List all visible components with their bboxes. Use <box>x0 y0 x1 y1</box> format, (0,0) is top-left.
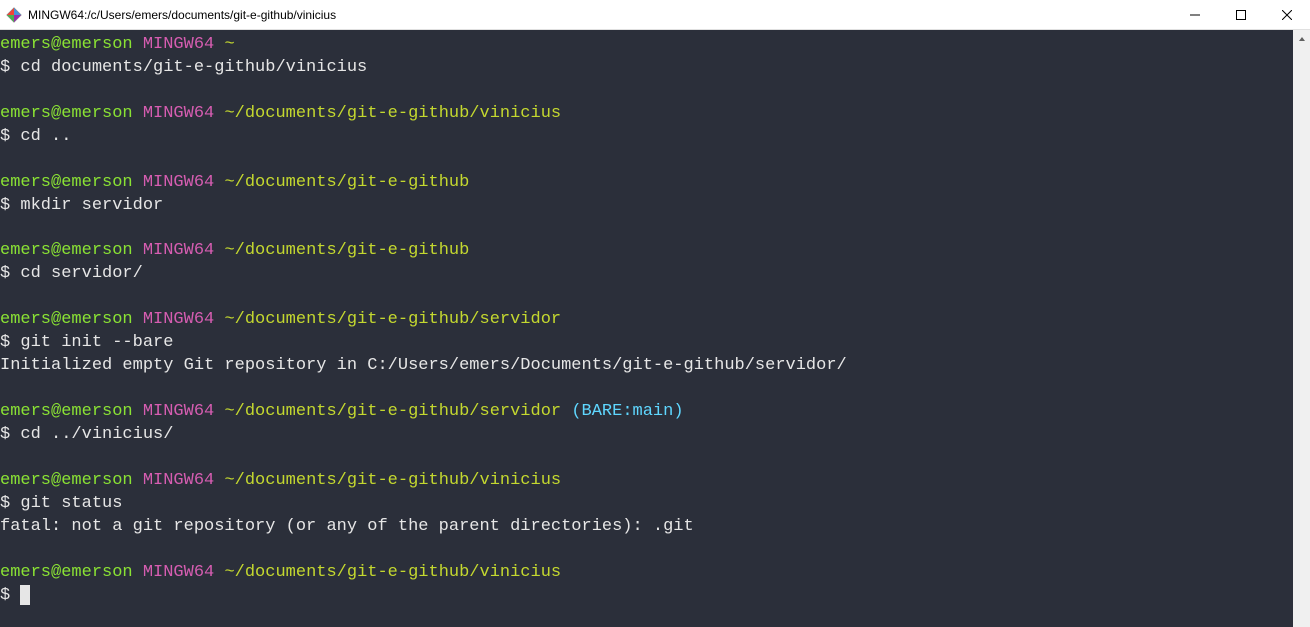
scroll-up-arrow[interactable] <box>1293 30 1310 47</box>
prompt-dollar: $ <box>0 264 10 283</box>
prompt-path: ~/documents/git-e-github/vinicius <box>224 563 561 582</box>
output-line: fatal: not a git repository (or any of t… <box>0 516 1293 539</box>
cursor <box>20 585 30 605</box>
output-line: Initialized empty Git repository in C:/U… <box>0 355 1293 378</box>
prompt-path: ~/documents/git-e-github/servidor <box>224 402 561 421</box>
prompt-shell: MINGW64 <box>143 35 214 54</box>
prompt-user: emers@emerson <box>0 173 133 192</box>
command-line: $ git init --bare <box>0 332 1293 355</box>
prompt-dollar: $ <box>0 333 10 352</box>
scrollbar[interactable] <box>1293 30 1310 627</box>
prompt-line: emers@emerson MINGW64 ~/documents/git-e-… <box>0 401 1293 424</box>
prompt-dollar: $ <box>0 127 10 146</box>
prompt-branch: (BARE:main) <box>571 402 683 421</box>
prompt-line: emers@emerson MINGW64 ~/documents/git-e-… <box>0 172 1293 195</box>
prompt-user: emers@emerson <box>0 241 133 260</box>
command-line: $ cd servidor/ <box>0 263 1293 286</box>
prompt-line: emers@emerson MINGW64 ~/documents/git-e-… <box>0 309 1293 332</box>
prompt-shell: MINGW64 <box>143 310 214 329</box>
prompt-dollar: $ <box>0 58 10 77</box>
prompt-line: emers@emerson MINGW64 ~/documents/git-e-… <box>0 470 1293 493</box>
command-text: cd .. <box>20 127 71 146</box>
command-line: $ cd ../vinicius/ <box>0 424 1293 447</box>
prompt-shell: MINGW64 <box>143 402 214 421</box>
prompt-dollar: $ <box>0 196 10 215</box>
window-title: MINGW64:/c/Users/emers/documents/git-e-g… <box>28 8 1172 22</box>
command-text: mkdir servidor <box>20 196 163 215</box>
command-line: $ mkdir servidor <box>0 195 1293 218</box>
command-line: $ git status <box>0 493 1293 516</box>
command-line: $ cd .. <box>0 126 1293 149</box>
prompt-path: ~/documents/git-e-github <box>224 173 469 192</box>
window-controls <box>1172 0 1310 29</box>
prompt-shell: MINGW64 <box>143 471 214 490</box>
prompt-user: emers@emerson <box>0 35 133 54</box>
prompt-shell: MINGW64 <box>143 173 214 192</box>
command-text: git init --bare <box>20 333 173 352</box>
prompt-dollar: $ <box>0 425 10 444</box>
prompt-user: emers@emerson <box>0 104 133 123</box>
prompt-user: emers@emerson <box>0 310 133 329</box>
command-text: cd servidor/ <box>20 264 142 283</box>
command-line: $ cd documents/git-e-github/vinicius <box>0 57 1293 80</box>
command-line: $ <box>0 585 1293 608</box>
minimize-button[interactable] <box>1172 0 1218 29</box>
close-button[interactable] <box>1264 0 1310 29</box>
prompt-path: ~ <box>224 35 234 54</box>
prompt-shell: MINGW64 <box>143 241 214 260</box>
prompt-dollar: $ <box>0 586 10 605</box>
prompt-path: ~/documents/git-e-github/vinicius <box>224 471 561 490</box>
terminal-container: emers@emerson MINGW64 ~$ cd documents/gi… <box>0 30 1310 627</box>
prompt-user: emers@emerson <box>0 563 133 582</box>
prompt-line: emers@emerson MINGW64 ~/documents/git-e-… <box>0 240 1293 263</box>
prompt-dollar: $ <box>0 494 10 513</box>
command-text: cd documents/git-e-github/vinicius <box>20 58 367 77</box>
prompt-path: ~/documents/git-e-github/servidor <box>224 310 561 329</box>
maximize-button[interactable] <box>1218 0 1264 29</box>
app-icon <box>6 7 22 23</box>
prompt-path: ~/documents/git-e-github/vinicius <box>224 104 561 123</box>
terminal[interactable]: emers@emerson MINGW64 ~$ cd documents/gi… <box>0 30 1293 627</box>
prompt-user: emers@emerson <box>0 402 133 421</box>
window-titlebar: MINGW64:/c/Users/emers/documents/git-e-g… <box>0 0 1310 30</box>
prompt-shell: MINGW64 <box>143 104 214 123</box>
prompt-path: ~/documents/git-e-github <box>224 241 469 260</box>
prompt-line: emers@emerson MINGW64 ~ <box>0 34 1293 57</box>
command-text: cd ../vinicius/ <box>20 425 173 444</box>
prompt-line: emers@emerson MINGW64 ~/documents/git-e-… <box>0 562 1293 585</box>
prompt-shell: MINGW64 <box>143 563 214 582</box>
command-text: git status <box>20 494 122 513</box>
prompt-user: emers@emerson <box>0 471 133 490</box>
prompt-line: emers@emerson MINGW64 ~/documents/git-e-… <box>0 103 1293 126</box>
